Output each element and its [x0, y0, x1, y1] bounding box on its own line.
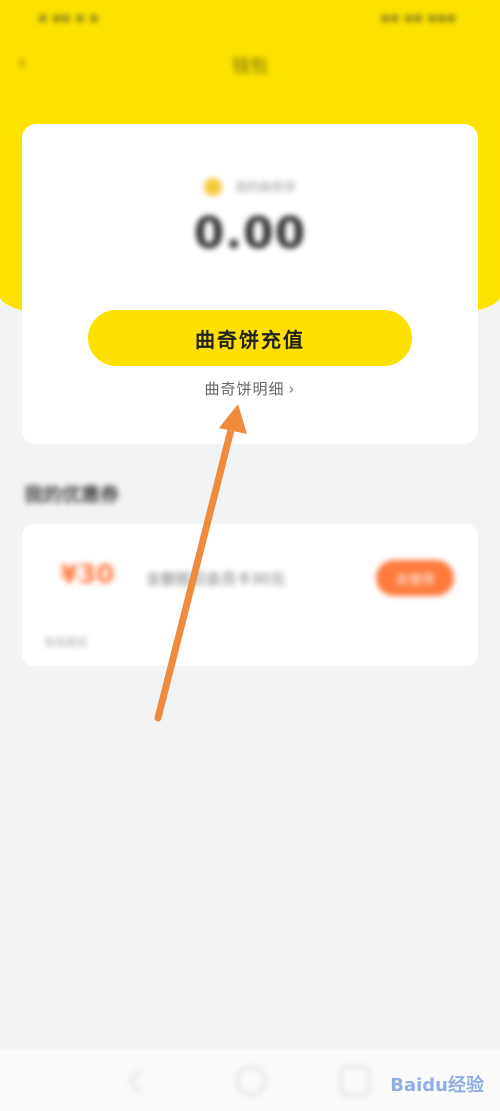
- system-home-icon[interactable]: [236, 1066, 266, 1096]
- recharge-button[interactable]: 曲奇饼充值: [88, 310, 412, 366]
- system-back-icon[interactable]: [128, 1068, 154, 1094]
- coupon-validity: 有效期至: [44, 636, 88, 649]
- status-time: ▪ ▪▪ ▪ ▪: [38, 10, 99, 26]
- coupons-heading: 我的优惠券: [24, 484, 120, 506]
- recharge-button-label: 曲奇饼充值: [195, 327, 305, 352]
- chevron-right-icon: ›: [288, 380, 296, 398]
- baidu-watermark: Baidu经验: [390, 1075, 484, 1096]
- balance-value: 0.00: [193, 208, 307, 259]
- wallet-card: 我的曲奇饼 0.00 曲奇饼充值 曲奇饼明细 ›: [22, 124, 478, 444]
- details-link-label: 曲奇饼明细: [204, 380, 285, 398]
- system-recents-icon[interactable]: [340, 1066, 370, 1096]
- coin-icon: [204, 177, 223, 196]
- status-indicators: ▪▪ ▪▪ ▪▪▪: [380, 10, 456, 26]
- page-title: 钱包: [232, 56, 268, 77]
- balance-label: 我的曲奇饼: [235, 180, 296, 194]
- balance-label-row: 我的曲奇饼: [22, 176, 478, 196]
- coupon-description: 全额抵扣会员卡30元: [146, 570, 286, 588]
- coupon-card[interactable]: ¥30 全额抵扣会员卡30元 去使用 有效期至: [22, 524, 478, 666]
- status-bar: ▪ ▪▪ ▪ ▪ ▪▪ ▪▪ ▪▪▪: [0, 0, 500, 36]
- cookie-details-link[interactable]: 曲奇饼明细 ›: [22, 378, 478, 399]
- use-coupon-button[interactable]: 去使用: [376, 560, 454, 596]
- coupon-amount: ¥30: [60, 560, 115, 590]
